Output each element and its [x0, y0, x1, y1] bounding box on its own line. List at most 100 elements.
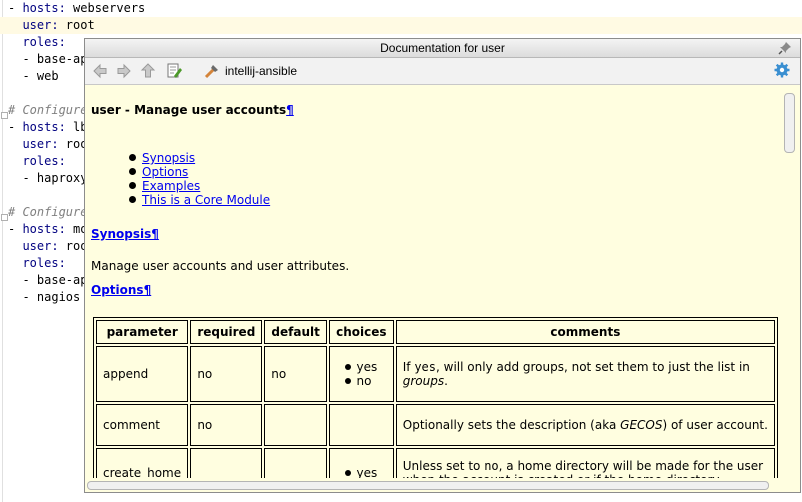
heading-anchor-link[interactable]: ¶ — [286, 103, 294, 117]
horizontal-scrollbar[interactable] — [85, 478, 778, 492]
column-header: default — [264, 320, 327, 344]
comment-fragment: If — [402, 360, 415, 374]
table-row: comment no Optionally sets the description… — [96, 404, 775, 446]
cell-default: no — [264, 346, 327, 402]
cell-required: no — [190, 346, 263, 402]
doc-content: user - Manage user accounts¶ Synopsis Opt… — [85, 85, 778, 478]
code-text: - haproxy — [8, 171, 88, 185]
code-line: - haproxy — [8, 170, 87, 187]
code-line: roles: — [8, 153, 65, 170]
arrow-up-icon[interactable] — [139, 62, 157, 80]
yaml-key: hosts: — [22, 1, 66, 15]
cell-choices: yes no — [328, 346, 394, 402]
code-line: roles: — [8, 34, 66, 51]
yaml-key: user: — [22, 239, 59, 253]
choice-item: yes — [345, 466, 377, 478]
table-row: append no no yes no If yes, will only add gro… — [96, 346, 775, 402]
cell-default — [264, 404, 327, 446]
code-text: - — [8, 222, 23, 236]
cell-comments: Optionally sets the description (aka GEC… — [395, 404, 775, 446]
synopsis-heading[interactable]: Synopsis¶ — [91, 227, 159, 241]
comment-fragment: yes — [414, 360, 437, 374]
plugin-label[interactable]: intellij-ansible — [225, 64, 297, 78]
choices-list: yes — [345, 466, 377, 478]
toc-item: Options — [129, 165, 270, 179]
fold-marker-icon[interactable] — [1, 214, 8, 221]
fold-marker-icon[interactable] — [1, 112, 8, 119]
vertical-scrollbar-thumb[interactable] — [784, 93, 795, 153]
yaml-key: hosts: — [22, 222, 66, 236]
pin-icon[interactable] — [778, 41, 792, 55]
toc-item: Synopsis — [129, 151, 270, 165]
doc-heading-text: user - Manage user accounts — [91, 103, 287, 117]
cell-parameter: create_home — [96, 448, 189, 478]
comment-fragment: , a home directory will be made for the … — [498, 459, 764, 473]
gear-icon[interactable] — [774, 62, 790, 78]
code-line: user: root — [0, 17, 802, 34]
toc-link[interactable]: This is a Core Module — [142, 193, 270, 207]
table-header-row: parameter required default choices comments — [96, 320, 775, 344]
code-text: webservers — [65, 1, 146, 15]
table-row: create_homeyes Unless set to no, a home d… — [96, 448, 775, 478]
vertical-scrollbar[interactable] — [780, 87, 798, 478]
choice-item: yes — [345, 360, 377, 374]
gutter-divider — [2, 0, 3, 502]
cell-parameter: append — [96, 346, 189, 402]
cell-default — [264, 448, 327, 478]
cell-comments: Unless set to no, a home directory will … — [395, 448, 775, 478]
comment-fragment: , will only add groups, not set them to … — [436, 360, 750, 374]
comment-fragment: . — [444, 374, 448, 388]
column-header: required — [190, 320, 263, 344]
choice-item: no — [345, 374, 377, 388]
code-text: - nagios — [8, 290, 81, 304]
comment-fragment: GECOS — [620, 418, 663, 432]
arrow-right-icon[interactable] — [115, 62, 133, 80]
popup-title: Documentation for user — [380, 41, 505, 55]
popup-title-bar[interactable]: Documentation for user — [85, 39, 800, 58]
code-line: roles: — [8, 255, 66, 272]
cell-comments: If yes, will only add groups, not set th… — [395, 346, 775, 402]
column-header: comments — [395, 320, 775, 344]
toc-item: This is a Core Module — [129, 193, 270, 207]
yaml-key: hosts: — [22, 120, 66, 134]
options-heading[interactable]: Options¶ — [91, 283, 151, 297]
code-line: - web — [8, 68, 59, 85]
yaml-key: user: — [22, 137, 59, 151]
cell-parameter: comment — [96, 404, 189, 446]
code-line: user: root — [8, 136, 94, 153]
cell-required — [190, 448, 263, 478]
comment-fragment: ) of user account. — [662, 418, 768, 432]
arrow-left-icon[interactable] — [91, 62, 109, 80]
edit-source-icon[interactable] — [165, 62, 183, 80]
plugin-icon — [204, 65, 218, 79]
comment-fragment: groups — [402, 374, 445, 388]
yaml-key: user: — [22, 18, 59, 32]
yaml-key: roles: — [22, 35, 66, 49]
cell-choices — [328, 404, 394, 446]
toc-link[interactable]: Examples — [142, 179, 200, 193]
doc-heading: user - Manage user accounts¶ — [91, 103, 294, 117]
code-line: - nagios — [8, 289, 80, 306]
table-of-contents: Synopsis Options Examples This is a Core Mo… — [129, 151, 270, 207]
code-text: root — [58, 18, 95, 32]
code-text: - — [8, 120, 23, 134]
code-text: - web — [8, 69, 59, 83]
popup-toolbar: intellij-ansible — [85, 58, 800, 85]
documentation-popup: Documentation for user intellij-ansible — [84, 38, 801, 493]
yaml-key: roles: — [22, 256, 66, 270]
cell-choices: yes — [328, 448, 394, 478]
options-table: parameter required default choices comments … — [93, 317, 778, 478]
column-header: parameter — [96, 320, 189, 344]
comment-fragment: no — [484, 459, 499, 473]
toc-link[interactable]: Synopsis — [142, 151, 195, 165]
toc-link[interactable]: Options — [142, 165, 188, 179]
table-body: append no no yes no If yes, will only add gro… — [96, 346, 775, 478]
comment-fragment: Optionally sets the description (aka — [402, 418, 621, 432]
horizontal-scrollbar-thumb[interactable] — [87, 481, 769, 490]
